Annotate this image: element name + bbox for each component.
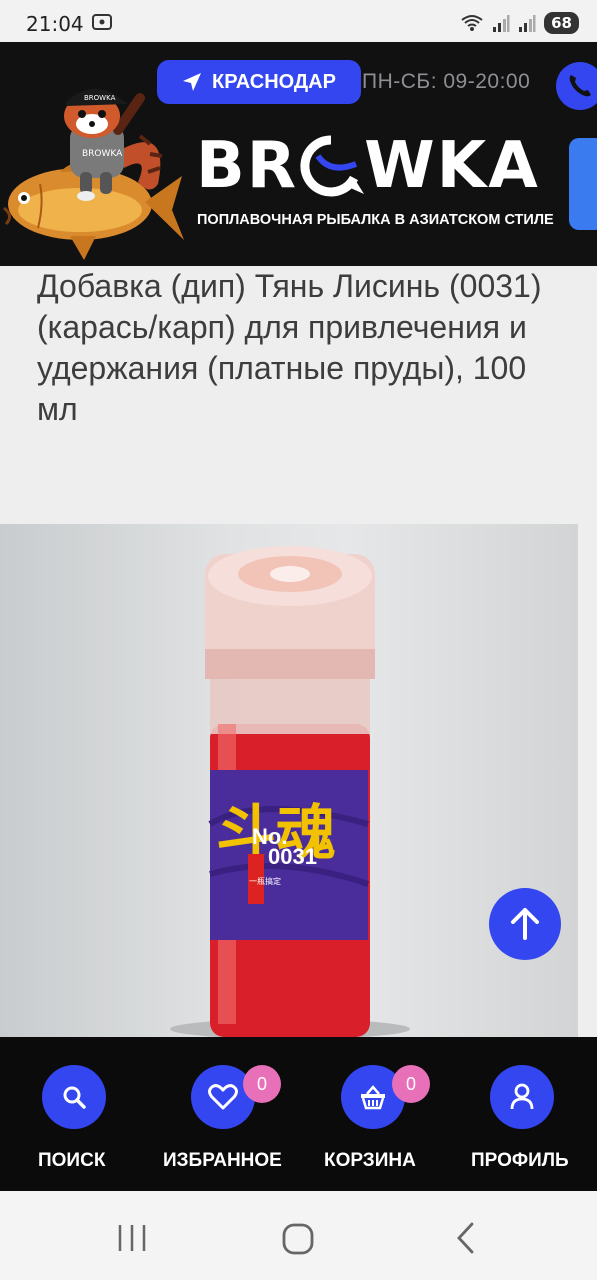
bottle-illustration: 斗魂 No. 0031 一瓶搞定: [170, 546, 410, 1037]
svg-text:BROWKA: BROWKA: [82, 149, 123, 159]
site-tagline: ПОПЛАВОЧНАЯ РЫБАЛКА В АЗИАТСКОМ СТИЛЕ: [197, 212, 554, 228]
nav-label-search[interactable]: ПОИСК: [38, 1150, 105, 1172]
status-time: 21:04: [26, 12, 84, 36]
nav-item-profile[interactable]: ПРОФИЛЬ: [448, 1037, 597, 1191]
nav-label-cart[interactable]: КОРЗИНА: [324, 1150, 416, 1172]
nav-label-profile[interactable]: ПРОФИЛЬ: [471, 1150, 569, 1172]
phone-icon: [569, 75, 591, 97]
bottom-navigation: ПОИСК 0 ИЗБРАННОЕ 0 КОРЗИНА ПРОФИЛЬ: [0, 1037, 597, 1191]
status-bar: 21:04 68: [0, 0, 597, 42]
system-navigation-bar: [0, 1191, 597, 1280]
screenshot-icon: [92, 14, 112, 30]
nav-search-circle[interactable]: [42, 1065, 106, 1129]
battery-icon: 68: [544, 12, 579, 34]
scroll-to-top-button[interactable]: [489, 888, 561, 960]
basket-icon: [361, 1085, 385, 1110]
working-hours: ПН-СБ: 09-20:00: [362, 70, 531, 93]
home-icon[interactable]: [281, 1222, 315, 1256]
side-panel-tab[interactable]: [569, 138, 597, 230]
search-icon: [63, 1086, 86, 1109]
back-icon[interactable]: [454, 1221, 478, 1255]
nav-item-search[interactable]: ПОИСК: [0, 1037, 150, 1191]
heart-icon: [208, 1084, 238, 1110]
label-code: 0031: [268, 844, 317, 869]
phone-call-button[interactable]: [556, 62, 597, 110]
site-header: BROWKA BROWKA КРАСНОДАР ПН-СБ: 09-20:00 …: [0, 42, 597, 266]
signal-icon: [519, 15, 536, 32]
favorites-count-badge: 0: [243, 1065, 281, 1103]
nav-item-favorites[interactable]: 0 ИЗБРАННОЕ: [150, 1037, 300, 1191]
logo-text-right: WKA: [364, 129, 540, 203]
nav-item-cart[interactable]: 0 КОРЗИНА: [300, 1037, 448, 1191]
nav-profile-circle[interactable]: [490, 1065, 554, 1129]
logo-hook-icon: [300, 135, 365, 197]
product-title: Добавка (дип) Тянь Лисинь (0031) (карась…: [37, 268, 542, 427]
product-image[interactable]: 斗魂 No. 0031 一瓶搞定: [0, 524, 578, 1037]
cart-count-badge: 0: [392, 1065, 430, 1103]
wifi-icon: [461, 15, 483, 31]
signal-icon: [493, 15, 510, 32]
label-small-text: 一瓶搞定: [249, 876, 281, 886]
nav-label-favorites[interactable]: ИЗБРАННОЕ: [163, 1150, 282, 1172]
logo-text-left: BR: [196, 129, 299, 203]
city-select-button[interactable]: КРАСНОДАР: [157, 60, 361, 104]
recents-icon[interactable]: [116, 1223, 148, 1253]
site-logo[interactable]: BR WKA: [196, 129, 540, 203]
user-icon: [510, 1083, 534, 1110]
mascot-cap-text: BROWKA: [84, 94, 116, 102]
city-label: КРАСНОДАР: [212, 70, 336, 93]
location-arrow-icon: [183, 73, 202, 91]
arrow-up-icon: [511, 908, 539, 940]
